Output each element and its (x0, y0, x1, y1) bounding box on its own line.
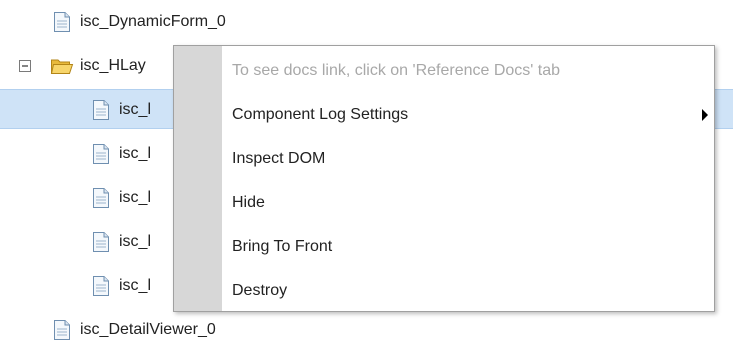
collapse-icon[interactable] (19, 60, 31, 72)
menu-item-hide[interactable]: Hide (222, 183, 714, 223)
tree-node-label: isc_DetailViewer_0 (80, 321, 216, 338)
folder-open-icon (50, 59, 74, 74)
file-icon (93, 100, 109, 120)
menu-item-label: Hide (232, 194, 265, 211)
menu-item-label: Bring To Front (232, 238, 333, 255)
menu-item-label: To see docs link, click on 'Reference Do… (232, 62, 561, 79)
menu-item-label: Component Log Settings (232, 106, 409, 123)
tree-node-label: isc_l (119, 233, 152, 250)
file-icon (93, 232, 109, 252)
menu-item-component-log-settings[interactable]: Component Log Settings (222, 95, 714, 135)
file-icon (54, 12, 70, 32)
file-icon (54, 320, 70, 340)
context-menu: To see docs link, click on 'Reference Do… (173, 45, 715, 312)
tree-node-label: isc_DynamicForm_0 (80, 13, 226, 30)
tree-node-label: isc_l (119, 189, 152, 206)
file-icon (93, 144, 109, 164)
menu-item-destroy[interactable]: Destroy (222, 271, 714, 311)
tree-node-label: isc_l (119, 101, 152, 118)
tree-node-label: isc_l (119, 277, 152, 294)
tree-panel: isc_DynamicForm_0 isc_HLay isc_l isc_l i… (0, 0, 733, 344)
file-icon (93, 276, 109, 296)
menu-item-label: Inspect DOM (232, 150, 326, 167)
tree-node[interactable]: isc_DetailViewer_0 (0, 309, 733, 344)
tree-node-label: isc_HLay (80, 57, 146, 74)
menu-icon-gutter (174, 46, 222, 311)
tree-node[interactable]: isc_DynamicForm_0 (0, 1, 733, 45)
tree-node-label: isc_l (119, 145, 152, 162)
menu-item-docs-hint: To see docs link, click on 'Reference Do… (222, 51, 714, 91)
menu-item-inspect-dom[interactable]: Inspect DOM (222, 139, 714, 179)
file-icon (93, 188, 109, 208)
menu-item-label: Destroy (232, 282, 288, 299)
submenu-arrow-icon (702, 109, 708, 121)
menu-item-bring-to-front[interactable]: Bring To Front (222, 227, 714, 267)
